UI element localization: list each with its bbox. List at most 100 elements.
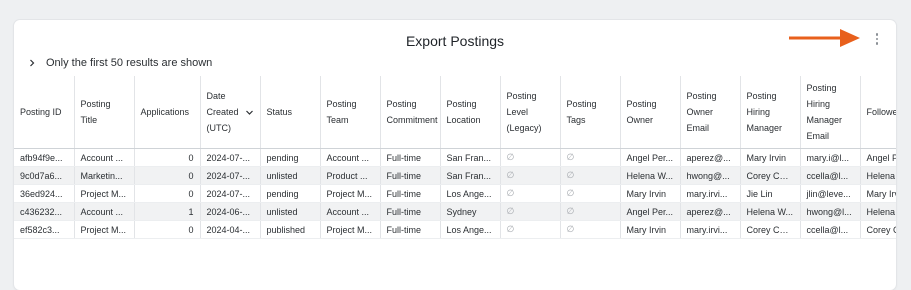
- table-cell: Helena W: [860, 202, 896, 221]
- table-cell: Full-time: [380, 202, 441, 221]
- column-header[interactable]: Posting Tags: [560, 76, 621, 149]
- results-notice-toggle[interactable]: Only the first 50 results are shown: [28, 57, 212, 69]
- column-header-label: Posting Owner Email: [686, 91, 717, 133]
- table-cell: ∅: [500, 166, 561, 185]
- column-header-label: Posting Commitment: [386, 99, 438, 125]
- table-cell: 0: [134, 166, 201, 185]
- column-header-label: Posting Title: [80, 99, 111, 125]
- table-cell: ∅: [500, 184, 561, 203]
- annotation-arrow-icon: [789, 29, 860, 47]
- table-cell: Mary Irvin: [620, 184, 681, 203]
- table-cell: Helena W: [860, 166, 896, 185]
- results-notice-text: Only the first 50 results are shown: [46, 57, 213, 69]
- column-header-label: Posting ID: [20, 107, 62, 117]
- table-cell: 0: [134, 184, 201, 203]
- table-cell: Angel Pe: [860, 148, 896, 167]
- table-cell: pending: [260, 184, 321, 203]
- column-header[interactable]: Status: [260, 76, 321, 149]
- table-cell: ef582c3...: [14, 220, 75, 239]
- table-cell: hwong@...: [680, 166, 741, 185]
- table-cell: published: [260, 220, 321, 239]
- table-cell: ∅: [560, 184, 621, 203]
- kebab-menu-icon[interactable]: [872, 30, 882, 48]
- table-cell: aperez@...: [680, 202, 741, 221]
- table-cell: Full-time: [380, 184, 441, 203]
- table-cell: 2024-07-...: [200, 148, 261, 167]
- table-cell: afb94f9e...: [14, 148, 75, 167]
- table-cell: mary.irvi...: [680, 220, 741, 239]
- table-cell: 2024-07-...: [200, 184, 261, 203]
- column-header[interactable]: Posting Hiring Manager: [740, 76, 801, 149]
- column-header[interactable]: Posting Title: [74, 76, 135, 149]
- column-header-label: Posting Hiring Manager Email: [806, 83, 843, 141]
- postings-table: Posting ID Posting Title Applications Date …: [14, 76, 896, 239]
- column-header-label: Posting Owner: [626, 99, 657, 125]
- table-cell: 36ed924...: [14, 184, 75, 203]
- table-cell: Jie Lin: [740, 184, 801, 203]
- table-cell: ∅: [560, 166, 621, 185]
- table-cell: Account ...: [74, 148, 135, 167]
- table-cell: Project M...: [74, 184, 135, 203]
- table-row[interactable]: 36ed924... Project M... 0 2024-07-... pendin…: [14, 184, 896, 203]
- table-row[interactable]: 9c0d7a6... Marketin... 0 2024-07-... unliste…: [14, 166, 896, 185]
- table-cell: 2024-07-...: [200, 166, 261, 185]
- table-body: afb94f9e... Account ... 0 2024-07-... pendin…: [14, 148, 896, 239]
- table-cell: ccella@l...: [800, 166, 861, 185]
- table-cell: pending: [260, 148, 321, 167]
- table-cell: unlisted: [260, 202, 321, 221]
- table-row[interactable]: ef582c3... Project M... 0 2024-04-... publis…: [14, 220, 896, 239]
- table-cell: Project M...: [320, 220, 381, 239]
- table-cell: 1: [134, 202, 201, 221]
- table-cell: ∅: [560, 220, 621, 239]
- table-cell: Marketin...: [74, 166, 135, 185]
- table-cell: Project M...: [74, 220, 135, 239]
- table-cell: ∅: [500, 220, 561, 239]
- column-header-label: Status: [266, 107, 293, 117]
- table-row[interactable]: afb94f9e... Account ... 0 2024-07-... pendin…: [14, 148, 896, 167]
- table-cell: Mary Irvi: [860, 184, 896, 203]
- table-cell: ∅: [500, 148, 561, 167]
- column-header[interactable]: Applications: [134, 76, 201, 149]
- sort-descending-icon[interactable]: [245, 108, 254, 117]
- postings-table-container[interactable]: Posting ID Posting Title Applications Date …: [14, 76, 896, 239]
- table-cell: San Fran...: [440, 166, 501, 185]
- table-row[interactable]: c436232... Account ... 1 2024-06-... unliste…: [14, 202, 896, 221]
- chevron-right-icon: [30, 59, 35, 67]
- table-cell: Account ...: [320, 202, 381, 221]
- table-cell: ccella@l...: [800, 220, 861, 239]
- table-cell: Helena W...: [620, 166, 681, 185]
- table-cell: Los Ange...: [440, 220, 501, 239]
- table-cell: Corey Ce: [860, 220, 896, 239]
- table-cell: Sydney: [440, 202, 501, 221]
- table-cell: San Fran...: [440, 148, 501, 167]
- table-cell: Mary Irvin: [620, 220, 681, 239]
- column-header[interactable]: Posting Commitment: [380, 76, 441, 149]
- table-cell: Product ...: [320, 166, 381, 185]
- table-cell: Corey Cella: [740, 220, 801, 239]
- table-cell: Account ...: [320, 148, 381, 167]
- column-header[interactable]: Posting Location: [440, 76, 501, 149]
- column-header[interactable]: Posting Owner: [620, 76, 681, 149]
- column-header[interactable]: Posting Level (Legacy): [500, 76, 561, 149]
- table-cell: 2024-04-...: [200, 220, 261, 239]
- column-header[interactable]: Posting Team: [320, 76, 381, 149]
- table-header-row: Posting ID Posting Title Applications Date …: [14, 76, 896, 149]
- table-cell: mary.irvi...: [680, 184, 741, 203]
- column-header[interactable]: Posting ID: [14, 76, 75, 149]
- table-cell: Full-time: [380, 166, 441, 185]
- table-cell: hwong@l...: [800, 202, 861, 221]
- export-postings-dialog: Export Postings Only the first 50 result…: [14, 20, 896, 290]
- column-header[interactable]: Posting Hiring Manager Email: [800, 76, 861, 149]
- table-cell: Corey Cella: [740, 166, 801, 185]
- table-cell: Angel Per...: [620, 148, 681, 167]
- column-header[interactable]: Date Created (UTC): [200, 76, 261, 149]
- column-header[interactable]: Posting Owner Email: [680, 76, 741, 149]
- table-cell: 9c0d7a6...: [14, 166, 75, 185]
- table-cell: ∅: [560, 148, 621, 167]
- table-cell: aperez@...: [680, 148, 741, 167]
- table-cell: jlin@leve...: [800, 184, 861, 203]
- column-header[interactable]: Followers: [860, 76, 896, 149]
- table-cell: 2024-06-...: [200, 202, 261, 221]
- column-header-label: Date Created (UTC): [206, 91, 239, 133]
- table-cell: unlisted: [260, 166, 321, 185]
